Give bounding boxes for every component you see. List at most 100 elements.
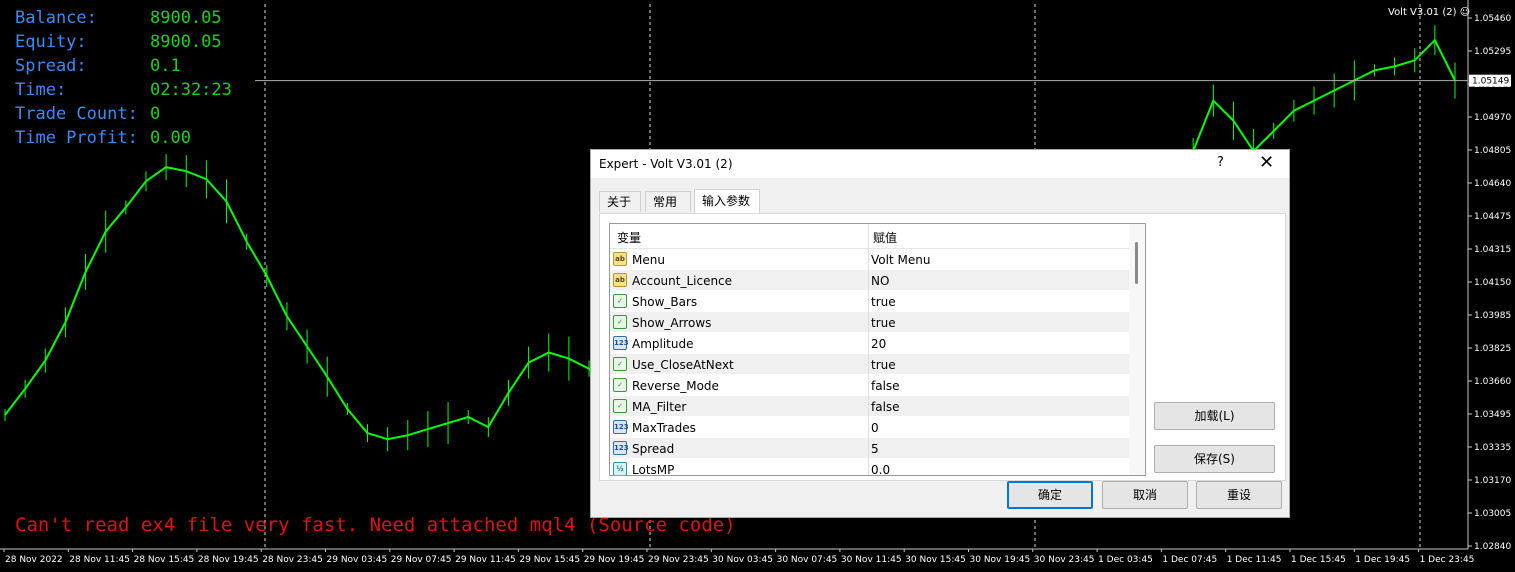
- info-label: Balance:: [15, 8, 97, 28]
- info-value: 0.1: [150, 56, 181, 76]
- y-tick-label: 1.02840: [1474, 542, 1511, 552]
- parameter-row[interactable]: ✓ Reverse_Mode false: [610, 375, 1145, 396]
- x-tick-label: 28 Nov 2022: [5, 555, 63, 565]
- dialog-title: Expert - Volt V3.01 (2): [599, 157, 733, 171]
- bool-type-icon: ✓: [613, 357, 627, 371]
- parameter-name: Show_Arrows: [632, 316, 712, 330]
- x-tick-label: 28 Nov 23:45: [262, 555, 323, 565]
- info-row: Trade Count: 0: [15, 102, 232, 126]
- x-tick-label: 30 Nov 15:45: [905, 555, 966, 565]
- bool-type-icon: ✓: [613, 378, 627, 392]
- x-tick-label: 29 Nov 07:45: [391, 555, 452, 565]
- parameter-name: Show_Bars: [632, 295, 698, 309]
- x-tick-label: 30 Nov 23:45: [1034, 555, 1095, 565]
- info-value: 0.00: [150, 128, 191, 148]
- parameter-row[interactable]: 123 Amplitude 20: [610, 333, 1145, 354]
- grid-header: 变量 赋值: [610, 224, 1145, 249]
- tab-common[interactable]: 常用: [645, 191, 691, 212]
- parameter-value[interactable]: 20: [871, 337, 886, 351]
- parameter-name: Use_CloseAtNext: [632, 358, 734, 372]
- help-icon[interactable]: ?: [1217, 155, 1224, 170]
- info-row: Balance: 8900.05: [15, 6, 232, 30]
- parameter-value[interactable]: true: [871, 358, 896, 372]
- inputs-grid[interactable]: 变量 赋值 ab Menu Volt Menu ab Account_Licence NO…: [609, 223, 1146, 476]
- info-value: 8900.05: [150, 32, 222, 52]
- int-type-icon: 123: [613, 420, 629, 434]
- bool-type-icon: ✓: [613, 315, 627, 329]
- parameter-name: Amplitude: [632, 337, 694, 351]
- y-tick-label: 1.03005: [1474, 509, 1511, 519]
- column-header-variable[interactable]: 变量: [617, 229, 641, 246]
- parameter-row[interactable]: 123 MaxTrades 0: [610, 417, 1145, 438]
- parameter-name: MaxTrades: [632, 421, 696, 435]
- info-row: Time: 02:32:23: [15, 78, 232, 102]
- y-tick-label: 1.04805: [1474, 146, 1511, 156]
- y-tick-label: 1.04150: [1474, 278, 1511, 288]
- parameter-name: Account_Licence: [632, 274, 733, 288]
- parameter-name: Reverse_Mode: [632, 379, 719, 393]
- info-row: Equity: 8900.05: [15, 30, 232, 54]
- y-tick-label: 1.04475: [1474, 212, 1511, 222]
- parameter-value[interactable]: false: [871, 400, 900, 414]
- parameter-name: LotsMP: [632, 463, 675, 476]
- parameter-row[interactable]: ✓ MA_Filter false: [610, 396, 1145, 417]
- y-tick-label: 1.04640: [1474, 179, 1511, 189]
- parameter-value[interactable]: 5: [871, 442, 879, 456]
- parameter-value[interactable]: NO: [871, 274, 889, 288]
- info-label: Spread:: [15, 56, 87, 76]
- x-tick-label: 1 Dec 03:45: [1098, 555, 1153, 565]
- y-tick-label: 1.03825: [1474, 344, 1511, 354]
- save-button[interactable]: 保存(S): [1154, 445, 1275, 473]
- y-tick-label: 1.03170: [1474, 476, 1511, 486]
- x-tick-label: 30 Nov 19:45: [970, 555, 1031, 565]
- x-tick-label: 29 Nov 19:45: [584, 555, 645, 565]
- parameter-value[interactable]: 0.0: [871, 463, 890, 475]
- column-header-value[interactable]: 赋值: [873, 229, 897, 246]
- scrollbar-thumb[interactable]: [1135, 242, 1138, 284]
- x-tick-label: 30 Nov 11:45: [841, 555, 902, 565]
- current-price-label: 1.05149: [1472, 77, 1509, 87]
- y-tick-label: 1.03985: [1474, 311, 1511, 321]
- parameter-row[interactable]: ✓ Use_CloseAtNext true: [610, 354, 1145, 375]
- parameter-name: Menu: [632, 253, 665, 267]
- parameter-name: MA_Filter: [632, 400, 687, 414]
- int-type-icon: 123: [613, 336, 629, 350]
- info-value: 8900.05: [150, 8, 222, 28]
- info-label: Time Profit:: [15, 128, 138, 148]
- x-tick-label: 29 Nov 23:45: [648, 555, 709, 565]
- cancel-button[interactable]: 取消: [1102, 481, 1188, 509]
- grid-scrollbar[interactable]: [1129, 224, 1145, 475]
- parameter-value[interactable]: false: [871, 379, 900, 393]
- info-value: 0: [150, 104, 161, 124]
- parameter-row[interactable]: ✓ Show_Arrows true: [610, 312, 1145, 333]
- load-button[interactable]: 加载(L): [1154, 402, 1275, 430]
- x-tick-label: 30 Nov 07:45: [777, 555, 838, 565]
- x-tick-label: 30 Nov 03:45: [712, 555, 773, 565]
- parameter-row[interactable]: ✓ Show_Bars true: [610, 291, 1145, 312]
- parameter-row[interactable]: ½ LotsMP 0.0: [610, 459, 1145, 476]
- ok-button[interactable]: 确定: [1007, 481, 1093, 509]
- close-icon[interactable]: ✕: [1259, 152, 1274, 173]
- parameter-row[interactable]: ab Account_Licence NO: [610, 270, 1145, 291]
- parameter-value[interactable]: true: [871, 295, 896, 309]
- parameter-row[interactable]: 123 Spread 5: [610, 438, 1145, 459]
- parameter-value[interactable]: Volt Menu: [871, 253, 930, 267]
- info-label: Time:: [15, 80, 67, 100]
- account-info-panel: Balance: 8900.05 Equity: 8900.05 Spread: 0.1 T…: [15, 6, 232, 150]
- double-type-icon: ½: [613, 462, 627, 475]
- x-tick-label: 1 Dec 07:45: [1162, 555, 1217, 565]
- parameter-value[interactable]: true: [871, 316, 896, 330]
- parameter-value[interactable]: 0: [871, 421, 879, 435]
- tab-inputs[interactable]: 输入参数: [694, 189, 760, 213]
- y-tick-label: 1.04315: [1474, 245, 1511, 255]
- x-tick-label: 28 Nov 15:45: [134, 555, 195, 565]
- smiley-icon: ☺: [1459, 7, 1471, 18]
- ea-name: Volt V3.01 (2): [1388, 7, 1457, 18]
- reset-button[interactable]: 重设: [1196, 481, 1282, 509]
- dialog-titlebar[interactable]: Expert - Volt V3.01 (2) ? ✕: [591, 150, 1289, 178]
- tab-about[interactable]: 关于: [599, 191, 641, 212]
- expert-properties-dialog: Expert - Volt V3.01 (2) ? ✕ 关于 常用 输入参数 变…: [590, 149, 1290, 518]
- string-type-icon: ab: [613, 273, 627, 287]
- parameter-row[interactable]: ab Menu Volt Menu: [610, 249, 1145, 270]
- bool-type-icon: ✓: [613, 399, 627, 413]
